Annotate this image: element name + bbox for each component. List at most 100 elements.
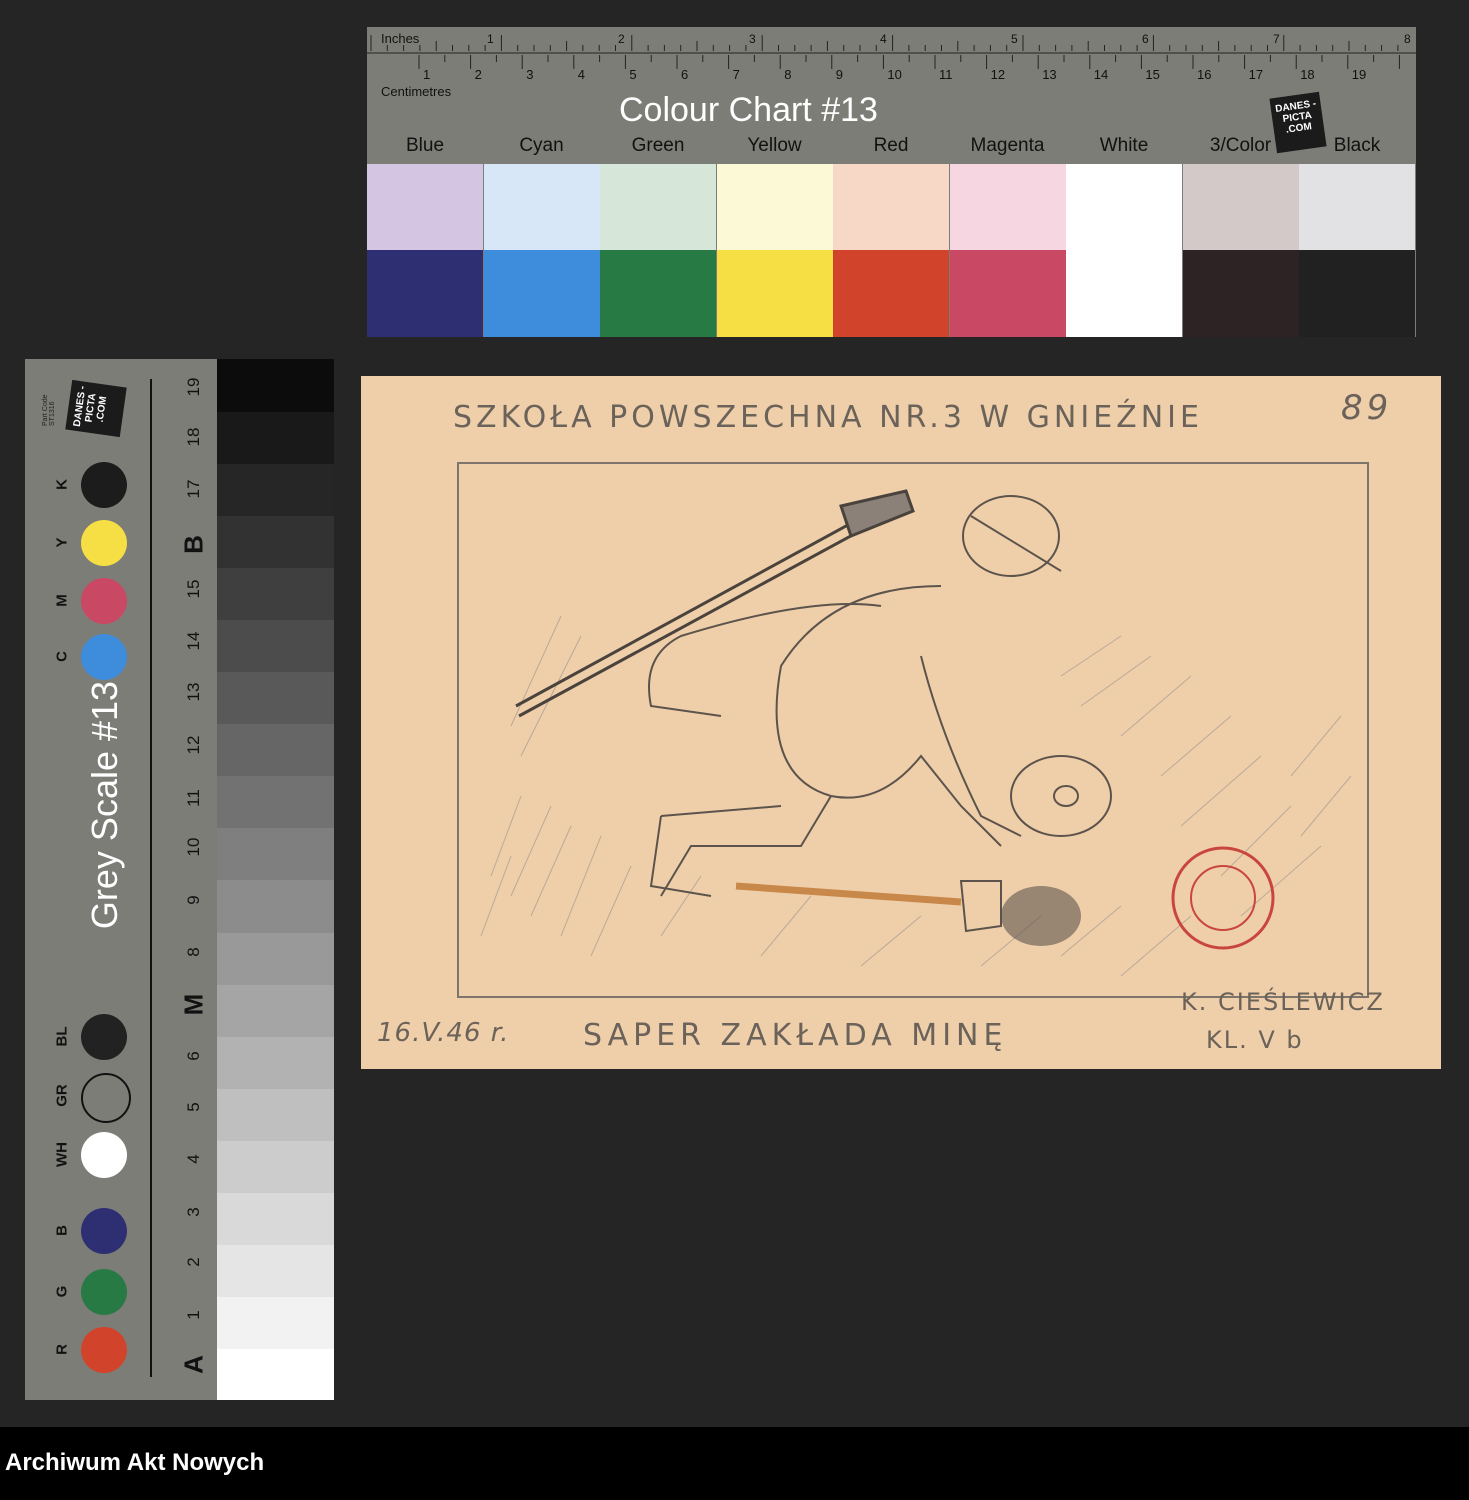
swatch-light (600, 164, 716, 250)
grey-step (217, 1191, 334, 1245)
cm-number: 14 (1094, 67, 1108, 82)
swatch-label: Magenta (970, 135, 1045, 156)
color-dot (81, 1132, 127, 1178)
grey-step (217, 1087, 334, 1141)
swatch-dark (367, 250, 483, 337)
swatch-dark (600, 250, 716, 337)
scale-letter: A (178, 1355, 209, 1374)
color-dot (81, 520, 127, 566)
scale-number: 13 (184, 682, 203, 702)
scale-number: 1 (184, 1310, 203, 1320)
swatch-label: Yellow (747, 135, 802, 156)
color-dot (81, 1073, 131, 1123)
color-dot (81, 1014, 127, 1060)
grey-scale-title: Grey Scale #13 (84, 680, 125, 930)
scale-number: 15 (184, 579, 203, 599)
dot-label: G (53, 1285, 71, 1298)
inch-number: 5 (1011, 32, 1018, 46)
swatch-dark (949, 250, 1066, 337)
scale-letter: M (178, 993, 209, 1016)
scale-number: 6 (184, 1051, 203, 1061)
dot-label: R (53, 1344, 71, 1355)
cm-number: 3 (526, 67, 533, 82)
danes-picta-logo: DANES -PICTA .COM (65, 379, 127, 438)
grey-step (217, 671, 334, 725)
mine (1001, 755, 1112, 946)
color-dot (81, 1269, 127, 1315)
swatch-dark (483, 250, 600, 337)
cm-number: 17 (1249, 67, 1263, 82)
scale-number: 4 (184, 1154, 203, 1164)
grey-step (217, 1243, 334, 1297)
drawing-sheet: SZKOŁA POWSZECHNA NR.3 W GNIEŹNIE 89 16.… (361, 376, 1441, 1069)
swatch-light (833, 164, 949, 250)
swatch-dark (1066, 250, 1182, 337)
cm-number: 9 (836, 67, 843, 82)
grey-step (217, 359, 334, 413)
inch-number: 6 (1142, 32, 1149, 46)
grey-step (217, 463, 334, 517)
dot-label: Y (53, 537, 71, 548)
cm-number: 6 (681, 67, 688, 82)
cm-number: 11 (939, 67, 953, 82)
centimetres-label: Centimetres (381, 84, 452, 99)
color-dot (81, 1208, 127, 1254)
inches-label: Inches (381, 31, 420, 46)
cm-number: 15 (1145, 67, 1159, 82)
swatch-light (1182, 164, 1299, 250)
cm-number: 5 (629, 67, 636, 82)
cm-number: 10 (887, 67, 901, 82)
cm-number: 2 (475, 67, 482, 82)
scale-number: 11 (184, 789, 203, 807)
color-dot (81, 634, 127, 680)
drawing-author: K. CIEŚLEWICZ (1181, 988, 1385, 1016)
grey-step (217, 827, 334, 881)
dot-label: K (53, 479, 71, 490)
swatch-light (716, 164, 833, 250)
cm-number: 18 (1300, 67, 1314, 82)
drawing-caption: SAPER ZAKŁADA MINĘ (583, 1018, 1008, 1053)
archive-stamp (1171, 846, 1275, 950)
cm-number: 13 (1042, 67, 1056, 82)
swatch-dark (716, 250, 833, 337)
archive-name: Archiwum Akt Nowych (5, 1449, 265, 1476)
grass-hatching (480, 615, 1352, 977)
grey-scale-chart: Part Code ST1316 DANES -PICTA .COM Grey … (25, 359, 334, 1400)
grey-step (217, 931, 334, 985)
color-dot (81, 1327, 127, 1373)
footer-bar: Archiwum Akt Nowych (0, 1427, 1469, 1500)
color-dot (81, 462, 127, 508)
shovel (735, 880, 1002, 933)
swatch-light (949, 164, 1066, 250)
swatch-light (483, 164, 600, 250)
sapper-illustration (480, 489, 1352, 977)
scale-number: 18 (184, 427, 203, 447)
ruler-ticks: 1 2 3 4 5 6 7 81 2 3 4 5 6 7 8 9 10 11 12 13 14 15 16 17 18 19 (367, 32, 1416, 82)
grey-step (217, 567, 334, 621)
scale-number: 14 (184, 631, 203, 651)
color-dot (81, 578, 127, 624)
drawing-date: 16.V.46 r. (377, 1018, 510, 1048)
soldier-body (648, 495, 1062, 897)
grey-step (217, 619, 334, 673)
grey-step (217, 1347, 334, 1400)
swatch-light (367, 164, 483, 250)
swatch-label: Cyan (519, 135, 564, 156)
grey-step (217, 983, 334, 1037)
grey-step (217, 411, 334, 465)
scale-number: 17 (184, 479, 203, 499)
cm-number: 16 (1197, 67, 1211, 82)
scale-number: 3 (184, 1207, 203, 1217)
grey-step (217, 1139, 334, 1193)
swatch-label: Red (873, 135, 909, 156)
scale-number: 8 (184, 947, 203, 957)
dot-label: C (53, 651, 71, 662)
cm-number: 1 (423, 67, 430, 82)
dot-label: BL (53, 1026, 71, 1047)
scale-number: 2 (184, 1257, 203, 1267)
grey-step (217, 879, 334, 933)
cm-number: 12 (991, 67, 1005, 82)
dot-label: B (53, 1225, 71, 1236)
dot-label: WH (53, 1142, 71, 1167)
cm-number: 8 (784, 67, 791, 82)
